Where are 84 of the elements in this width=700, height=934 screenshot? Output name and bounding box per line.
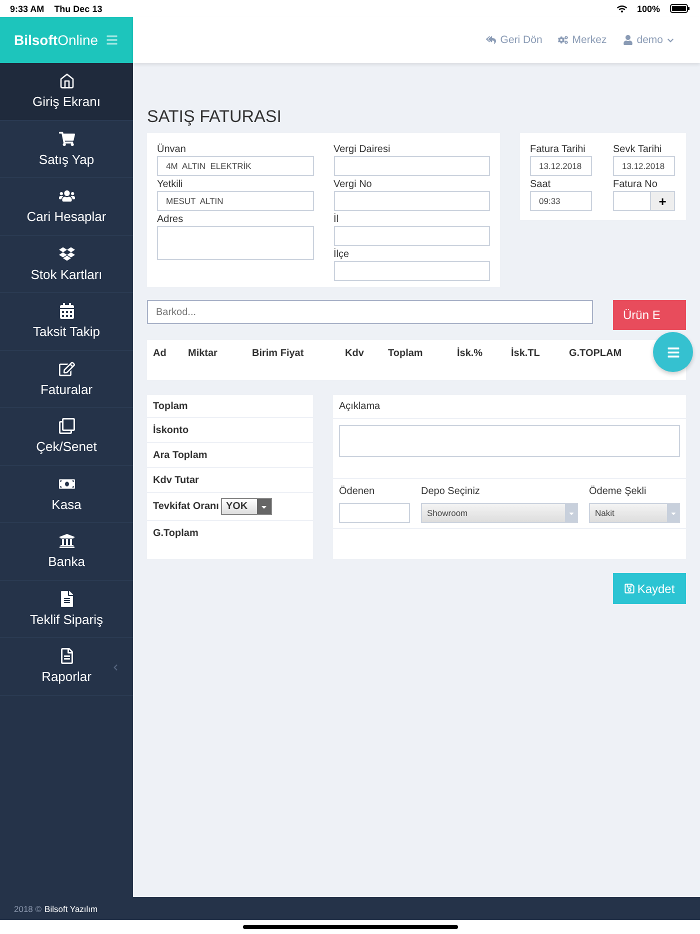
field-label: İlçe: [334, 248, 350, 261]
status-date: Thu Dec 13: [54, 4, 102, 14]
warehouse-select[interactable]: Showroom: [421, 503, 578, 523]
menu-button[interactable]: [653, 332, 693, 372]
field-label: Adres: [157, 213, 184, 226]
column-header: G.TOPLAM: [569, 348, 622, 361]
gears-icon: [558, 35, 568, 45]
payment-select[interactable]: Nakit: [589, 503, 680, 523]
column-header: Miktar: [188, 348, 218, 361]
home-icon: [58, 73, 74, 90]
address-field[interactable]: [157, 226, 314, 260]
date-field[interactable]: 13.12.2018: [530, 156, 592, 176]
field-label: Vergi No: [334, 178, 373, 191]
rate-select[interactable]: YOK: [220, 498, 272, 515]
footer-text: 2018 ©: [14, 904, 42, 914]
collapse-icon[interactable]: [112, 664, 119, 671]
input-field[interactable]: [334, 226, 490, 246]
notes-field[interactable]: [339, 425, 680, 457]
total-label: İskonto: [153, 424, 189, 436]
document-icon: [58, 590, 74, 607]
sidebar-item[interactable]: Stok Kartları: [0, 236, 133, 293]
caret-icon: [670, 510, 676, 516]
field-label: Vergi Dairesi: [334, 143, 392, 156]
calendar-icon: [58, 303, 74, 320]
sidebar-item[interactable]: Faturalar: [0, 350, 133, 408]
battery-icon: [670, 4, 690, 13]
column-header: Ad: [153, 348, 166, 361]
total-label: Toplam: [153, 400, 188, 412]
menu-icon: [666, 346, 680, 358]
column-header: İsk.TL: [511, 348, 540, 361]
boxes-icon: [58, 246, 74, 262]
wifi-icon: [616, 4, 627, 14]
column-header: Toplam: [388, 348, 423, 361]
field-label: Sevk Tarihi: [613, 143, 663, 156]
field-label: Fatura No: [613, 178, 658, 191]
cart-icon: [58, 130, 74, 147]
input-field[interactable]: [334, 156, 490, 176]
input-field[interactable]: 4M ALTIN ELEKTRİK: [157, 156, 314, 176]
input-field[interactable]: MESUT ALTIN: [157, 191, 314, 211]
field-label: Açıklama: [339, 401, 380, 412]
field-label: Ünvan: [157, 143, 187, 156]
menu-icon[interactable]: [106, 34, 118, 46]
sidebar-item[interactable]: Giriş Ekranı: [0, 63, 133, 120]
add-button[interactable]: +: [651, 191, 675, 211]
field-label: İl: [334, 213, 340, 226]
add-product-button[interactable]: Ürün E: [613, 300, 686, 330]
reply-icon: [486, 35, 496, 45]
input-field[interactable]: [613, 191, 651, 211]
user-icon: [622, 35, 633, 45]
column-header: Birim Fiyat: [252, 348, 304, 361]
barcode-field[interactable]: Barkod...: [147, 300, 593, 324]
field-label: Ödeme Şekli: [589, 484, 648, 498]
paid-field[interactable]: [339, 503, 410, 523]
field-label: Saat: [530, 178, 552, 191]
sidebar-item[interactable]: Satış Yap: [0, 120, 133, 178]
bank-icon: [58, 533, 74, 550]
logo-text: BilsoftOnline: [14, 32, 98, 48]
input-field[interactable]: [334, 261, 490, 281]
time-field[interactable]: 09:33: [530, 191, 592, 211]
save-icon: [624, 583, 636, 594]
column-header: Kdv: [345, 348, 364, 361]
field-label: Depo Seçiniz: [421, 484, 481, 498]
total-label: G.Toplam: [153, 528, 198, 539]
date-field[interactable]: 13.12.2018: [613, 156, 675, 176]
edit-icon: [58, 360, 74, 377]
field-label: Yetkili: [157, 178, 184, 191]
chevron-icon: [667, 36, 674, 44]
sidebar-item[interactable]: Teklif Sipariş: [0, 580, 133, 638]
caret-icon: [568, 510, 574, 516]
document-icon: [58, 648, 74, 664]
footer-company: Bilsoft Yazılım: [44, 904, 98, 914]
field-label: Ödenen: [339, 484, 376, 498]
sidebar-item[interactable]: Kasa: [0, 466, 133, 523]
total-label: Tevkifat Oranı: [153, 501, 219, 512]
total-label: Ara Toplam: [153, 450, 208, 460]
users-icon: [58, 188, 74, 204]
input-field[interactable]: [334, 191, 490, 211]
battery-percent: 100%: [636, 4, 660, 14]
column-header: İsk.%: [457, 348, 483, 361]
total-label: Kdv Tutar: [153, 474, 199, 486]
page-title: SATIŞ FATURASI: [147, 107, 282, 127]
field-label: Fatura Tarihi: [530, 143, 586, 156]
status-time: 9:33 AM: [10, 4, 44, 14]
copy-icon: [58, 418, 74, 434]
